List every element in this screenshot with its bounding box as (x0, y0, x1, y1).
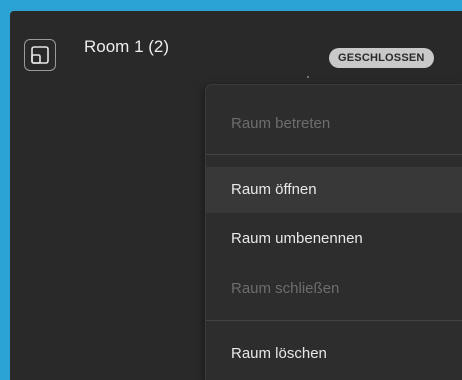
room-context-menu: Raum betreten Raum öffnen Raum umbenenne… (205, 84, 462, 380)
menu-item-close-room[interactable]: Raum schließen (206, 266, 462, 312)
divider-dot (307, 76, 309, 78)
menu-item-rename-room[interactable]: Raum umbenennen (206, 216, 462, 262)
room-panel: Room 1 (2) GESCHLOSSEN Raum betreten Rau… (10, 11, 462, 380)
room-window-icon (24, 39, 56, 71)
room-title: Room 1 (2) (84, 37, 170, 56)
status-badge: GESCHLOSSEN (329, 48, 434, 68)
menu-item-enter-room[interactable]: Raum betreten (206, 101, 462, 147)
menu-item-delete-room[interactable]: Raum löschen (206, 331, 462, 377)
menu-separator (206, 154, 462, 155)
menu-item-open-room[interactable]: Raum öffnen (206, 167, 462, 213)
menu-separator (206, 320, 462, 321)
room-header[interactable]: Room 1 (2) GESCHLOSSEN (10, 11, 462, 81)
